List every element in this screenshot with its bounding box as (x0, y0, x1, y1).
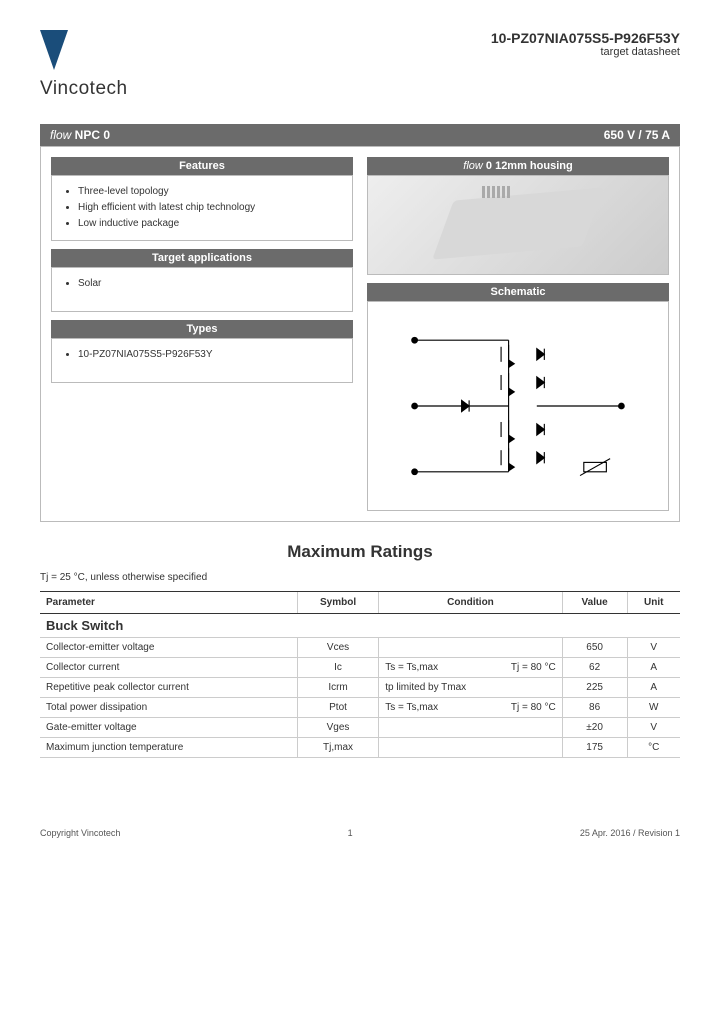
cell-val: 62 (562, 658, 627, 678)
cell-cond: tp limited by Tmax (379, 678, 562, 698)
ratings-note: Tj = 25 °C, unless otherwise specified (40, 572, 680, 583)
housing-header: flow 0 12mm housing (367, 157, 669, 175)
logo-area: Vincotech (40, 30, 128, 100)
left-column: Features Three-level topology High effic… (51, 157, 353, 511)
ratings-title: Maximum Ratings (40, 542, 680, 562)
cell-param: Repetitive peak collector current (40, 678, 297, 698)
page-header: Vincotech 10-PZ07NIA075S5-P926F53Y targe… (40, 30, 680, 100)
cell-unit: W (627, 698, 680, 718)
cell-unit: V (627, 638, 680, 658)
schematic-header: Schematic (367, 283, 669, 301)
col-param: Parameter (40, 592, 297, 614)
title-area: 10-PZ07NIA075S5-P926F53Y target datashee… (491, 30, 680, 58)
cell-unit: V (627, 718, 680, 738)
table-row: Gate-emitter voltage Vges ±20 V (40, 718, 680, 738)
table-row: Maximum junction temperature Tj,max 175 … (40, 738, 680, 758)
cell-param: Total power dissipation (40, 698, 297, 718)
doc-subtitle: target datasheet (491, 46, 680, 58)
col-symbol: Symbol (297, 592, 378, 614)
feature-item: High efficient with latest chip technolo… (78, 200, 340, 216)
col-value: Value (562, 592, 627, 614)
cell-val: 175 (562, 738, 627, 758)
flow-name: NPC 0 (71, 128, 110, 142)
table-row: Total power dissipation Ptot Ts = Ts,max… (40, 698, 680, 718)
cell-val: ±20 (562, 718, 627, 738)
cell-param: Maximum junction temperature (40, 738, 297, 758)
footer-left: Copyright Vincotech (40, 828, 120, 838)
section-buck-switch: Buck Switch (40, 614, 680, 638)
feature-item: Three-level topology (78, 184, 340, 200)
part-number: 10-PZ07NIA075S5-P926F53Y (491, 30, 680, 46)
product-rating: 650 V / 75 A (604, 128, 670, 142)
cell-unit: A (627, 658, 680, 678)
company-name: Vincotech (40, 78, 128, 100)
cell-param: Collector-emitter voltage (40, 638, 297, 658)
housing-prefix: flow (463, 160, 483, 172)
flow-prefix: flow (50, 128, 71, 142)
housing-title-text: 0 12mm housing (483, 160, 573, 172)
housing-image (367, 175, 669, 275)
product-bar: flow NPC 0 650 V / 75 A (40, 124, 680, 146)
cell-param: Collector current (40, 658, 297, 678)
info-box: Features Three-level topology High effic… (40, 146, 680, 522)
types-body: 10-PZ07NIA075S5-P926F53Y (51, 338, 353, 383)
cell-unit: °C (627, 738, 680, 758)
cell-val: 86 (562, 698, 627, 718)
logo-icon (40, 30, 68, 70)
type-item: 10-PZ07NIA075S5-P926F53Y (78, 347, 340, 363)
cell-val: 225 (562, 678, 627, 698)
cell-cond: Ts = Ts,maxTj = 80 °C (379, 698, 562, 718)
ratings-table: Parameter Symbol Condition Value Unit Bu… (40, 591, 680, 758)
table-row: Repetitive peak collector current Icrm t… (40, 678, 680, 698)
cell-sym: Icrm (297, 678, 378, 698)
footer-page: 1 (348, 828, 353, 838)
cell-val: 650 (562, 638, 627, 658)
apps-header: Target applications (51, 249, 353, 267)
table-row: Collector-emitter voltage Vces 650 V (40, 638, 680, 658)
table-row: Collector current Ic Ts = Ts,maxTj = 80 … (40, 658, 680, 678)
col-condition: Condition (379, 592, 562, 614)
cell-param: Gate-emitter voltage (40, 718, 297, 738)
cell-sym: Vces (297, 638, 378, 658)
cell-sym: Tj,max (297, 738, 378, 758)
app-item: Solar (78, 276, 340, 292)
product-name: flow NPC 0 (50, 128, 110, 142)
cell-cond (379, 638, 562, 658)
features-body: Three-level topology High efficient with… (51, 175, 353, 241)
cell-cond (379, 738, 562, 758)
cell-sym: Ptot (297, 698, 378, 718)
footer-right: 25 Apr. 2016 / Revision 1 (580, 828, 680, 838)
features-header: Features (51, 157, 353, 175)
right-column: flow 0 12mm housing Schematic (367, 157, 669, 511)
feature-item: Low inductive package (78, 216, 340, 232)
schematic-image (367, 301, 669, 511)
cell-unit: A (627, 678, 680, 698)
col-unit: Unit (627, 592, 680, 614)
cell-sym: Ic (297, 658, 378, 678)
types-header: Types (51, 320, 353, 338)
apps-body: Solar (51, 267, 353, 312)
cell-sym: Vges (297, 718, 378, 738)
page-footer: Copyright Vincotech 1 25 Apr. 2016 / Rev… (40, 828, 680, 838)
cell-cond (379, 718, 562, 738)
cell-cond: Ts = Ts,maxTj = 80 °C (379, 658, 562, 678)
